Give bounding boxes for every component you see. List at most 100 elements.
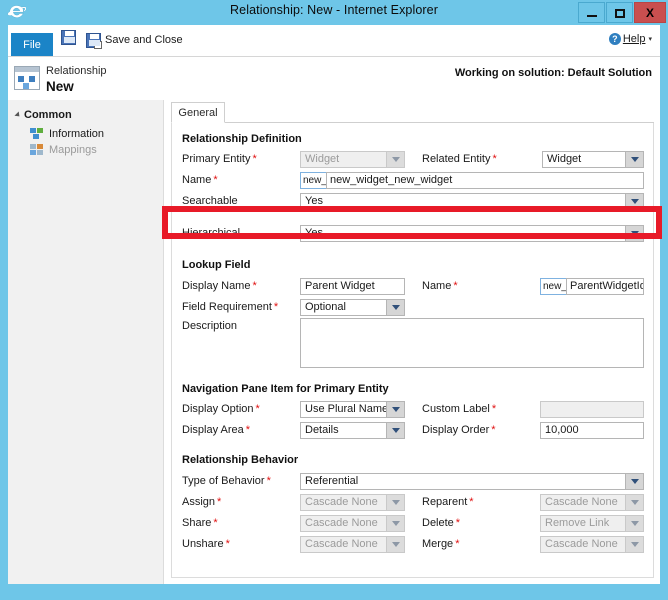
mappings-icon bbox=[30, 144, 44, 156]
relationship-icon bbox=[14, 66, 40, 90]
unshare-select[interactable]: Cascade None bbox=[300, 536, 405, 553]
description-textarea[interactable] bbox=[300, 318, 644, 368]
chevron-down-icon bbox=[625, 474, 643, 489]
section-relationship-definition: Relationship Definition bbox=[182, 133, 302, 145]
save-and-close-icon: x bbox=[86, 33, 101, 48]
minimize-button[interactable] bbox=[578, 2, 605, 23]
required-marker: * bbox=[213, 174, 217, 186]
sidebar-item-information[interactable]: Information bbox=[30, 128, 104, 140]
tab-general[interactable]: General bbox=[171, 102, 225, 123]
tab-strip: General bbox=[171, 102, 654, 123]
type-of-behavior-select[interactable]: Referential bbox=[300, 473, 644, 490]
maximize-button[interactable] bbox=[606, 2, 633, 23]
related-entity-value: Widget bbox=[547, 153, 581, 165]
label-description: Description bbox=[182, 320, 239, 332]
save-and-close-button[interactable]: x Save and Close bbox=[86, 30, 183, 50]
sidebar-item-mappings[interactable]: Mappings bbox=[30, 144, 97, 156]
chevron-down-icon bbox=[625, 516, 643, 531]
lookup-name-input[interactable]: ParentWidgetId bbox=[566, 278, 644, 295]
merge-select[interactable]: Cascade None bbox=[540, 536, 644, 553]
form-header: Relationship New Working on solution: De… bbox=[8, 57, 660, 100]
help-label: Help bbox=[623, 33, 646, 45]
display-option-select[interactable]: Use Plural Name bbox=[300, 401, 405, 418]
section-navigation-pane: Navigation Pane Item for Primary Entity bbox=[182, 383, 389, 395]
close-icon: X bbox=[635, 3, 665, 22]
file-tab[interactable]: File bbox=[11, 33, 53, 57]
label-type-of-behavior: Type of Behavior* bbox=[182, 475, 271, 487]
primary-entity-select[interactable]: Widget bbox=[300, 151, 405, 168]
required-marker: * bbox=[226, 538, 230, 550]
assign-select[interactable]: Cascade None bbox=[300, 494, 405, 511]
reparent-value: Cascade None bbox=[545, 496, 618, 508]
label-display-option: Display Option* bbox=[182, 403, 260, 415]
lookup-name-field: new_ ParentWidgetId bbox=[540, 278, 644, 295]
chevron-down-icon bbox=[386, 537, 404, 552]
required-marker: * bbox=[217, 496, 221, 508]
label-assign: Assign* bbox=[182, 496, 221, 508]
chevron-down-icon bbox=[386, 495, 404, 510]
required-marker: * bbox=[256, 403, 260, 415]
type-of-behavior-value: Referential bbox=[305, 475, 358, 487]
label-display-name: Display Name* bbox=[182, 280, 257, 292]
delete-select[interactable]: Remove Link bbox=[540, 515, 644, 532]
required-marker: * bbox=[267, 475, 271, 487]
label-custom-label: Custom Label* bbox=[422, 403, 496, 415]
label-related-entity: Related Entity* bbox=[422, 153, 497, 165]
help-button[interactable]: ? Help ▾ bbox=[609, 33, 652, 45]
assign-value: Cascade None bbox=[305, 496, 378, 508]
reparent-select[interactable]: Cascade None bbox=[540, 494, 644, 511]
label-share: Share* bbox=[182, 517, 218, 529]
solution-context-label: Working on solution: Default Solution bbox=[455, 67, 652, 79]
hierarchical-select[interactable]: Yes bbox=[300, 225, 644, 242]
close-button[interactable]: X bbox=[634, 2, 666, 23]
required-marker: * bbox=[456, 517, 460, 529]
required-marker: * bbox=[213, 517, 217, 529]
page-title: New bbox=[46, 79, 74, 94]
chevron-down-icon bbox=[625, 495, 643, 510]
display-order-input[interactable]: 10,000 bbox=[540, 422, 644, 439]
section-relationship-behavior: Relationship Behavior bbox=[182, 454, 298, 466]
label-merge: Merge* bbox=[422, 538, 459, 550]
custom-label-input[interactable] bbox=[540, 401, 644, 418]
maximize-icon bbox=[615, 9, 625, 18]
chevron-down-icon bbox=[386, 423, 404, 438]
chevron-down-icon bbox=[386, 402, 404, 417]
label-relationship-name: Name* bbox=[182, 174, 218, 186]
help-icon: ? bbox=[609, 33, 621, 45]
field-requirement-select[interactable]: Optional bbox=[300, 299, 405, 316]
minimize-icon bbox=[587, 15, 597, 17]
required-marker: * bbox=[492, 153, 496, 165]
required-marker: * bbox=[252, 280, 256, 292]
sidebar-group-label: Common bbox=[24, 109, 72, 121]
display-name-input[interactable]: Parent Widget bbox=[300, 278, 405, 295]
required-marker: * bbox=[252, 153, 256, 165]
chevron-down-icon: ▾ bbox=[648, 35, 652, 43]
form-pane: General Relationship Definition Primary … bbox=[165, 100, 660, 584]
close-badge-icon: x bbox=[94, 41, 102, 49]
command-bar: File x Save and Close ? Help ▾ bbox=[8, 25, 660, 57]
searchable-value: Yes bbox=[305, 195, 323, 207]
header-subtitle: Relationship bbox=[46, 65, 107, 77]
relationship-name-input[interactable]: new_widget_new_widget bbox=[326, 172, 644, 189]
chevron-down-icon bbox=[625, 152, 643, 167]
merge-value: Cascade None bbox=[545, 538, 618, 550]
related-entity-select[interactable]: Widget bbox=[542, 151, 644, 168]
chevron-down-icon bbox=[625, 194, 643, 209]
share-select[interactable]: Cascade None bbox=[300, 515, 405, 532]
ie-window: Relationship: New - Internet Explorer X … bbox=[0, 0, 668, 600]
label-field-requirement: Field Requirement* bbox=[182, 301, 278, 313]
searchable-select[interactable]: Yes bbox=[300, 193, 644, 210]
share-value: Cascade None bbox=[305, 517, 378, 529]
label-delete: Delete* bbox=[422, 517, 460, 529]
chevron-down-icon bbox=[386, 516, 404, 531]
chevron-down-icon bbox=[625, 537, 643, 552]
sidebar-group-common[interactable]: Common bbox=[16, 109, 72, 121]
save-and-close-label: Save and Close bbox=[105, 34, 183, 46]
section-lookup-field: Lookup Field bbox=[182, 259, 250, 271]
save-button[interactable] bbox=[61, 30, 81, 50]
required-marker: * bbox=[455, 538, 459, 550]
display-area-select[interactable]: Details bbox=[300, 422, 405, 439]
label-lookup-name: Name* bbox=[422, 280, 458, 292]
navigation-sidebar: Common Information Mappings bbox=[8, 100, 164, 584]
label-primary-entity: Primary Entity* bbox=[182, 153, 257, 165]
